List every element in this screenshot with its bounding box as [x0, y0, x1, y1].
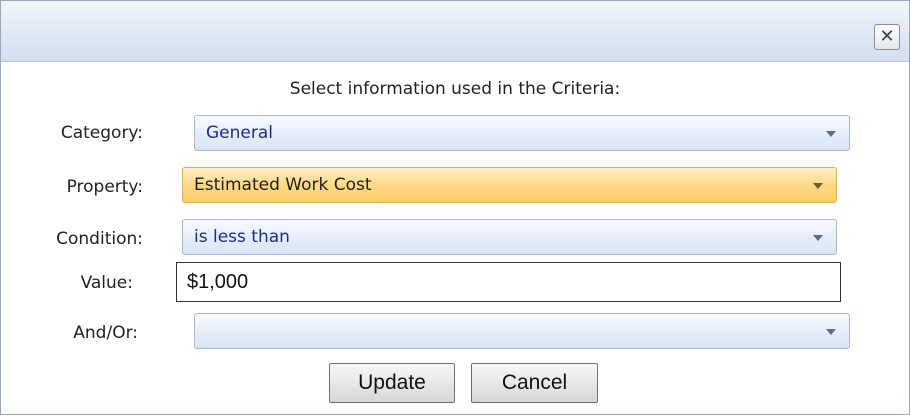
category-select[interactable]: General [194, 115, 850, 151]
dialog-heading: Select information used in the Criteria: [289, 79, 621, 99]
category-label: Category: [60, 123, 143, 143]
update-button[interactable]: Update [329, 363, 455, 403]
condition-label: Condition: [56, 229, 143, 249]
and-or-select[interactable] [194, 313, 850, 349]
category-value: General [206, 123, 273, 143]
condition-value: is less than [194, 227, 290, 247]
chevron-down-icon[interactable] [826, 329, 836, 335]
chevron-down-icon[interactable] [826, 131, 836, 137]
value-label: Value: [80, 273, 133, 293]
dialog-titlebar[interactable]: ✕ [1, 1, 909, 62]
property-value: Estimated Work Cost [194, 175, 372, 195]
chevron-down-icon[interactable] [813, 235, 823, 241]
property-label: Property: [66, 177, 143, 197]
cancel-button[interactable]: Cancel [471, 363, 598, 403]
criteria-dialog: ✕ Select information used in the Criteri… [0, 0, 910, 415]
property-select[interactable]: Estimated Work Cost [182, 167, 837, 203]
value-input[interactable] [176, 262, 841, 302]
chevron-down-icon[interactable] [813, 183, 823, 189]
close-icon[interactable]: ✕ [874, 24, 900, 50]
condition-select[interactable]: is less than [182, 219, 837, 255]
and-or-label: And/Or: [73, 323, 138, 343]
